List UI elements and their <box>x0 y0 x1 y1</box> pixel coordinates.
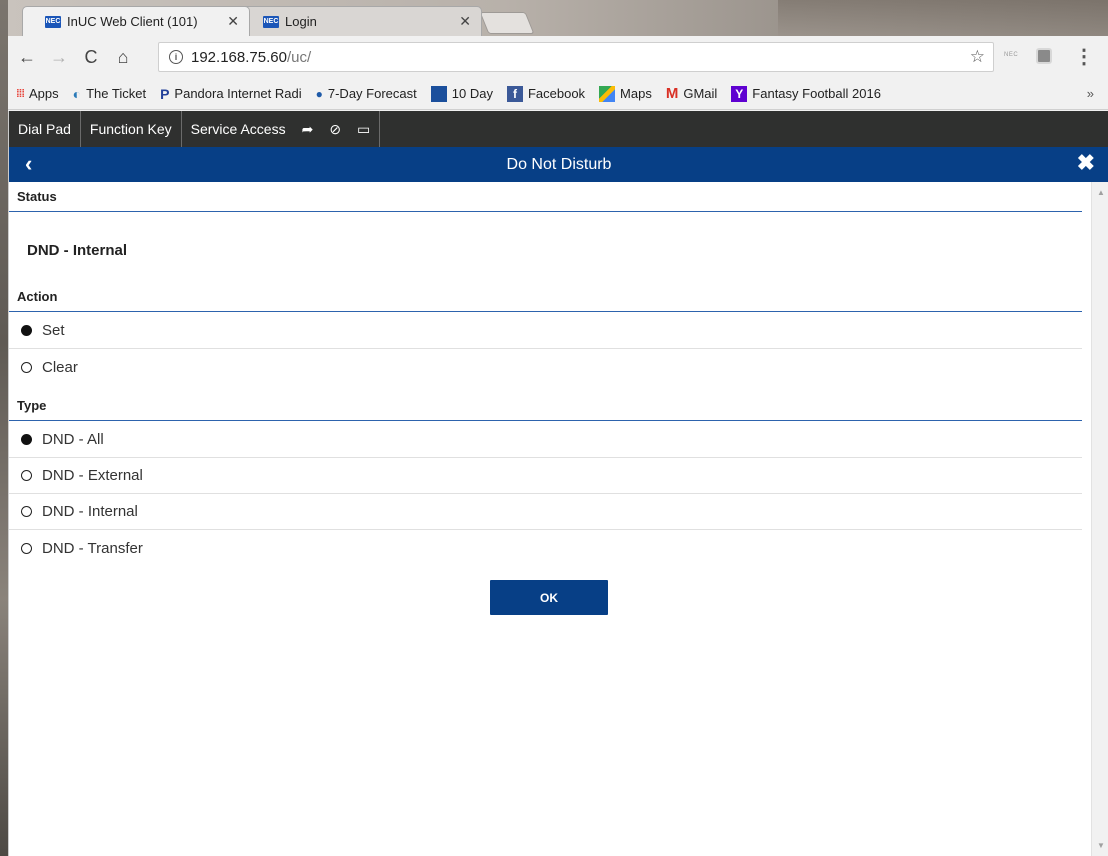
yahoo-icon: Y <box>731 85 748 102</box>
nec-favicon-icon: NEC <box>263 15 279 28</box>
url-path: /uc/ <box>286 48 312 66</box>
bookmark-label: 10 Day <box>451 86 493 101</box>
bookmark-fantasy-football[interactable]: Y Fantasy Football 2016 <box>731 85 881 102</box>
bookmark-label: Fantasy Football 2016 <box>752 86 881 101</box>
bookmark-10-day[interactable]: 10 Day <box>430 85 493 102</box>
scroll-down-arrow-icon[interactable]: ▼ <box>1097 841 1105 850</box>
radio-unselected-icon[interactable] <box>21 542 32 554</box>
pandora-icon: P <box>160 85 170 102</box>
bookmark-label: Facebook <box>527 86 586 101</box>
nec-favicon-icon: NEC <box>45 15 61 28</box>
forward-arrow-icon[interactable]: → <box>46 44 72 70</box>
bookmark-label: Maps <box>620 86 652 101</box>
option-label: DND - External <box>42 467 143 484</box>
laptop-icon[interactable]: ▭ <box>357 121 370 138</box>
info-icon[interactable]: i <box>169 50 183 64</box>
back-arrow-icon[interactable]: ← <box>14 44 40 70</box>
type-option-dnd-external[interactable]: DND - External <box>9 458 1082 494</box>
tab-title: Login <box>285 14 317 29</box>
bookmark-label: 7-Day Forecast <box>327 86 417 101</box>
bookmark-pandora[interactable]: P Pandora Internet Radi <box>160 86 302 102</box>
maps-icon <box>599 85 616 102</box>
bookmark-facebook[interactable]: f Facebook <box>506 85 586 102</box>
bookmark-apps[interactable]: ⁞⁞⁞ Apps <box>16 86 59 101</box>
bookmark-maps[interactable]: Maps <box>599 85 652 102</box>
bookmark-star-icon[interactable]: ☆ <box>970 47 985 67</box>
type-option-dnd-all[interactable]: DND - All <box>9 422 1082 458</box>
status-header: Status <box>9 182 1082 212</box>
url-host: 192.168.75.60 <box>191 48 287 66</box>
weather-channel-icon <box>430 85 447 102</box>
bookmark-7-day-forecast[interactable]: ● 7-Day Forecast <box>316 86 417 101</box>
ticket-logo-icon: ◐ <box>72 85 82 102</box>
option-label: DND - Transfer <box>42 539 143 557</box>
bookmark-label: Apps <box>29 86 59 101</box>
option-label: Clear <box>42 358 78 376</box>
gmail-icon: M <box>665 85 679 102</box>
vertical-scrollbar[interactable]: ▲ ▼ <box>1091 182 1108 856</box>
forward-call-icon[interactable]: ➦ <box>302 121 314 138</box>
more-bookmarks-icon[interactable]: » <box>1087 86 1094 101</box>
bookmarks-bar: ⁞⁞⁞ Apps ◐ The Ticket P Pandora Internet… <box>8 78 1108 110</box>
type-header: Type <box>9 391 1082 421</box>
nec-extension-icon[interactable]: NEC <box>1004 52 1018 58</box>
new-tab-button[interactable] <box>479 12 535 34</box>
radio-selected-icon[interactable] <box>21 434 32 445</box>
chrome-menu-icon[interactable]: ⋮ <box>1074 44 1094 69</box>
dnd-form: Status DND - Internal Action Set Clear T… <box>9 182 1092 856</box>
bookmark-label: The Ticket <box>86 86 147 101</box>
address-bar[interactable]: i 192.168.75.60/uc/ ☆ <box>158 42 994 72</box>
scroll-up-arrow-icon[interactable]: ▲ <box>1097 188 1105 197</box>
status-value: DND - Internal <box>27 242 128 259</box>
action-option-clear[interactable]: Clear <box>9 349 1082 385</box>
ok-button[interactable]: OK <box>490 580 608 615</box>
bookmark-label: Pandora Internet Radi <box>174 86 302 101</box>
noaa-icon: ● <box>315 86 323 101</box>
reload-icon[interactable]: C <box>78 44 104 70</box>
nav-service-access-label: Service Access <box>190 121 286 137</box>
radio-unselected-icon[interactable] <box>21 361 32 373</box>
option-label: Set <box>42 322 65 339</box>
radio-unselected-icon[interactable] <box>21 506 32 517</box>
app-nav-bar: Dial Pad Function Key Service Access ➦ ⊘… <box>9 111 1108 147</box>
radio-unselected-icon[interactable] <box>21 470 32 481</box>
action-option-set[interactable]: Set <box>9 313 1082 349</box>
tab-login[interactable]: NEC Login ✕ <box>240 6 482 36</box>
type-option-dnd-internal[interactable]: DND - Internal <box>9 494 1082 530</box>
home-icon[interactable]: ⌂ <box>110 44 136 70</box>
option-label: DND - Internal <box>42 503 138 520</box>
tab-close-icon[interactable]: ✕ <box>459 13 471 30</box>
bookmark-gmail[interactable]: M GMail <box>666 85 717 102</box>
extension-icon[interactable] <box>1036 48 1052 64</box>
facebook-icon: f <box>506 85 523 102</box>
type-option-dnd-transfer[interactable]: DND - Transfer <box>9 530 1082 566</box>
do-not-disturb-icon[interactable]: ⊘ <box>329 121 341 138</box>
desktop-background <box>0 0 8 856</box>
close-icon[interactable]: ✖ <box>1077 150 1095 176</box>
browser-window: NEC InUC Web Client (101) ✕ NEC Login ✕ … <box>8 0 1108 856</box>
action-header: Action <box>9 282 1082 312</box>
nav-service-access[interactable]: Service Access ➦ ⊘ ▭ <box>182 111 381 147</box>
bookmark-label: GMail <box>683 86 718 101</box>
inuc-web-app: Dial Pad Function Key Service Access ➦ ⊘… <box>8 111 1108 856</box>
bookmark-the-ticket[interactable]: ◐ The Ticket <box>73 86 146 102</box>
nav-dial-pad[interactable]: Dial Pad <box>9 111 81 147</box>
background-window <box>778 0 1108 36</box>
tab-title: InUC Web Client (101) <box>67 14 198 29</box>
tab-close-icon[interactable]: ✕ <box>227 13 239 30</box>
back-chevron-icon[interactable]: ‹ <box>25 151 32 177</box>
nav-function-key[interactable]: Function Key <box>81 111 182 147</box>
tab-strip: NEC InUC Web Client (101) ✕ NEC Login ✕ <box>8 0 1108 36</box>
browser-toolbar: ← → C ⌂ i 192.168.75.60/uc/ ☆ NEC ⋮ <box>8 36 1108 78</box>
apps-grid-icon: ⁞⁞⁞ <box>16 87 25 100</box>
tab-inuc-web-client[interactable]: NEC InUC Web Client (101) ✕ <box>22 6 250 36</box>
option-label: DND - All <box>42 431 104 448</box>
page-title: Do Not Disturb <box>506 155 612 173</box>
radio-selected-icon[interactable] <box>21 325 32 336</box>
dialog-title-bar: ‹ Do Not Disturb ✖ <box>9 147 1108 182</box>
